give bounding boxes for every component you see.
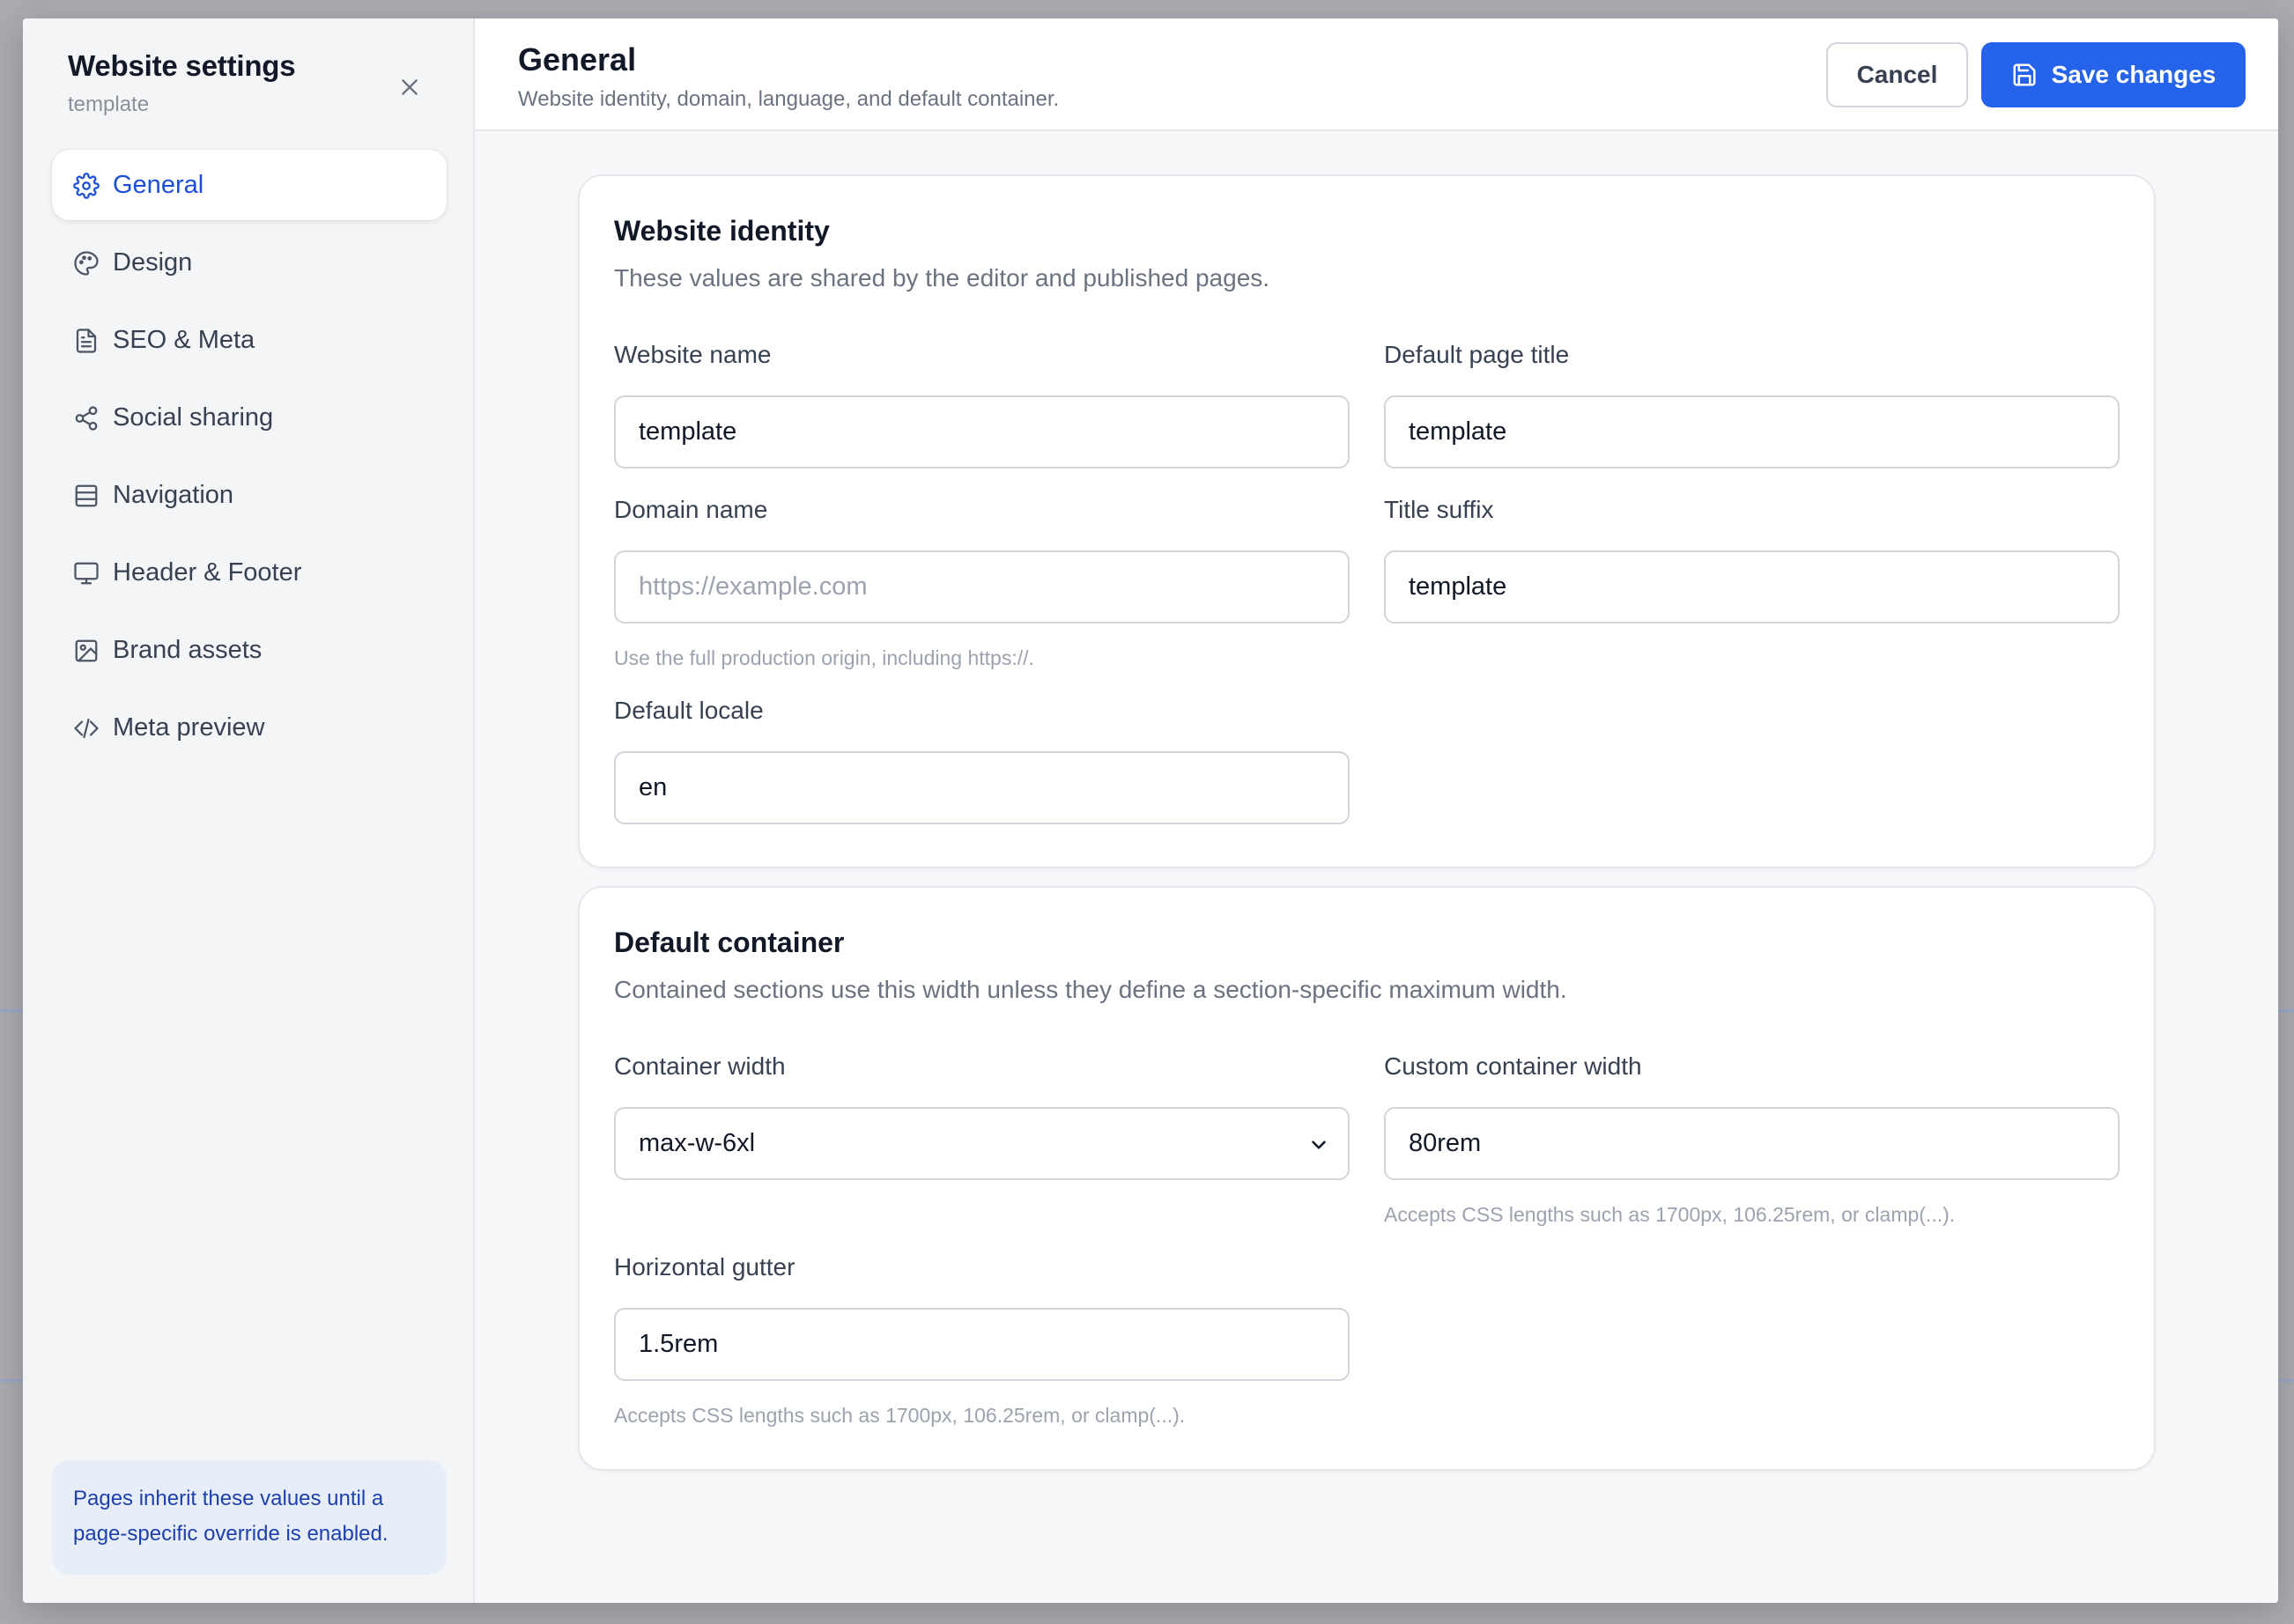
title-suffix-input-box[interactable] — [1384, 550, 2120, 624]
sidebar: Website settings template General Design… — [23, 18, 475, 1603]
sidebar-item-label: SEO & Meta — [113, 325, 255, 354]
backdrop-line — [2278, 1009, 2294, 1012]
sidebar-item-brand-assets[interactable]: Brand assets — [52, 615, 447, 685]
custom-container-width-input-box[interactable] — [1384, 1107, 2120, 1180]
sidebar-item-navigation[interactable]: Navigation — [52, 460, 447, 530]
container-width-select[interactable]: max-w-6xl — [614, 1107, 1350, 1180]
image-icon — [75, 639, 98, 662]
save-button-label: Save changes — [2051, 61, 2216, 88]
page-subtitle: Website identity, domain, language, and … — [518, 87, 1060, 111]
sidebar-item-label: General — [113, 170, 204, 199]
horizontal-gutter-field: Horizontal gutter Accepts CSS lengths su… — [614, 1253, 1350, 1428]
backdrop-line — [0, 1009, 23, 1012]
sidebar-item-label: Social sharing — [113, 402, 274, 432]
sidebar-nav: General Design SEO & Meta Social sharing… — [52, 150, 447, 770]
share-icon — [75, 406, 98, 431]
website-name-input[interactable] — [639, 417, 1325, 447]
field-label: Horizontal gutter — [614, 1253, 796, 1281]
field-label: Website name — [614, 341, 772, 368]
sidebar-item-label: Meta preview — [113, 712, 265, 742]
field-label: Domain name — [614, 496, 768, 523]
inheritance-note: Pages inherit these values until a page-… — [52, 1460, 447, 1575]
navigation-icon — [75, 484, 98, 507]
topbar: General Website identity, domain, langua… — [475, 18, 2278, 131]
custom-container-width-input[interactable] — [1409, 1129, 2095, 1158]
backdrop-line — [0, 1379, 23, 1382]
chevron-down-icon — [1312, 1140, 1326, 1149]
backdrop-line — [2278, 1379, 2294, 1382]
horizontal-gutter-input-box[interactable] — [614, 1308, 1350, 1381]
settings-modal: Website settings template General Design… — [23, 18, 2278, 1603]
card-title: Website identity — [614, 215, 830, 247]
title-suffix-field: Title suffix — [1384, 496, 2120, 624]
container-width-field: Container width max-w-6xl — [614, 1052, 1350, 1180]
sidebar-item-general[interactable]: General — [52, 150, 447, 220]
default-locale-field: Default locale — [614, 697, 1350, 824]
code-icon — [74, 718, 99, 739]
field-hint: Accepts CSS lengths such as 1700px, 106.… — [1384, 1203, 1956, 1226]
default-container-card: Default container Contained sections use… — [578, 886, 2156, 1471]
sidebar-item-meta-preview[interactable]: Meta preview — [52, 692, 447, 763]
website-name-field: Website name — [614, 341, 1350, 469]
default-page-title-field: Default page title — [1384, 341, 2120, 469]
monitor-icon — [74, 562, 99, 585]
file-text-icon — [76, 328, 97, 353]
page-title: General — [518, 41, 637, 78]
title-suffix-input[interactable] — [1409, 572, 2095, 602]
card-description: These values are shared by the editor an… — [614, 264, 1270, 292]
sidebar-item-label: Header & Footer — [113, 557, 302, 587]
sidebar-item-design[interactable]: Design — [52, 227, 447, 298]
save-changes-button[interactable]: Save changes — [1981, 42, 2246, 107]
horizontal-gutter-input[interactable] — [639, 1330, 1325, 1359]
default-page-title-input[interactable] — [1409, 417, 2095, 447]
default-page-title-input-box[interactable] — [1384, 395, 2120, 469]
website-name-input-box[interactable] — [614, 395, 1350, 469]
palette-icon — [74, 251, 99, 276]
gear-icon — [73, 173, 100, 199]
field-label: Title suffix — [1384, 496, 1494, 523]
domain-name-input[interactable] — [639, 572, 1325, 602]
sidebar-subtitle: template — [68, 92, 150, 116]
sidebar-item-label: Brand assets — [113, 635, 263, 664]
sidebar-item-label: Design — [113, 247, 193, 277]
field-label: Default page title — [1384, 341, 1570, 368]
default-locale-input-box[interactable] — [614, 751, 1350, 824]
card-description: Contained sections use this width unless… — [614, 976, 1567, 1003]
card-title: Default container — [614, 926, 845, 958]
sidebar-title: Website settings — [68, 49, 296, 82]
main-panel: General Website identity, domain, langua… — [475, 18, 2278, 1603]
domain-name-input-box[interactable] — [614, 550, 1350, 624]
sidebar-item-seo-meta[interactable]: SEO & Meta — [52, 305, 447, 375]
field-hint: Accepts CSS lengths such as 1700px, 106.… — [614, 1404, 1186, 1427]
cancel-button[interactable]: Cancel — [1826, 42, 1968, 107]
field-label: Custom container width — [1384, 1052, 1642, 1080]
close-button[interactable] — [388, 65, 432, 109]
custom-container-width-field: Custom container width Accepts CSS lengt… — [1384, 1052, 2120, 1227]
sidebar-item-label: Navigation — [113, 480, 234, 509]
default-locale-input[interactable] — [639, 773, 1325, 802]
website-identity-card: Website identity These values are shared… — [578, 174, 2156, 868]
container-width-value: max-w-6xl — [639, 1129, 756, 1157]
sidebar-item-header-footer[interactable]: Header & Footer — [52, 537, 447, 608]
save-icon — [2013, 63, 2036, 86]
field-label: Default locale — [614, 697, 764, 724]
close-icon — [402, 79, 418, 95]
domain-name-field: Domain name Use the full production orig… — [614, 496, 1350, 670]
field-label: Container width — [614, 1052, 786, 1080]
field-hint: Use the full production origin, includin… — [614, 646, 1034, 669]
sidebar-item-social-sharing[interactable]: Social sharing — [52, 382, 447, 453]
